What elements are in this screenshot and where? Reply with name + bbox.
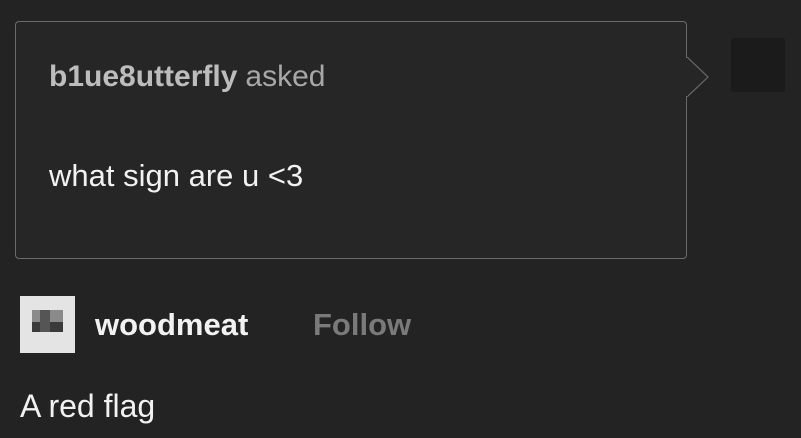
follow-button[interactable]: Follow — [313, 306, 411, 344]
ask-bubble: b1ue8utterfly asked what sign are u <3 — [15, 21, 687, 259]
post-container: b1ue8utterfly asked what sign are u <3 wo… — [0, 0, 801, 438]
answer-avatar[interactable] — [20, 296, 75, 353]
ask-header: b1ue8utterfly asked — [49, 59, 325, 95]
asker-name-link[interactable]: b1ue8utterfly — [49, 60, 237, 93]
asked-label: asked — [245, 60, 326, 93]
ask-bubble-pointer — [686, 57, 709, 97]
ask-question-text: what sign are u <3 — [49, 158, 304, 193]
answer-text: A red flag — [20, 388, 156, 424]
avatar-pixel-block — [40, 310, 50, 332]
answer-username-link[interactable]: woodmeat — [95, 306, 248, 344]
asker-avatar[interactable] — [731, 38, 785, 92]
